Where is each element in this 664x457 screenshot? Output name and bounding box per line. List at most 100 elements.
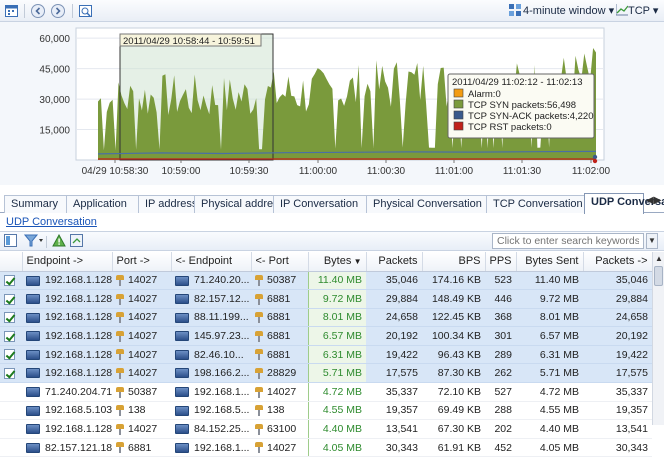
column-header-bps[interactable]: BPS — [422, 252, 486, 272]
udp-conversation-link[interactable]: UDP Conversation — [6, 216, 97, 228]
table-row[interactable]: 192.168.1.128 14027 145.97.23... 6881 6.57 M… — [0, 326, 652, 346]
port-icon — [255, 405, 263, 417]
traffic-chart-svg[interactable]: 60,000 45,000 30,000 15,000 2011/04/29 10:58… — [0, 22, 664, 185]
pps-cell: 368 — [485, 308, 516, 328]
tab-application[interactable]: Application — [66, 195, 139, 213]
tooltip-legend-swatch — [453, 110, 464, 120]
bytes-cell: 4.55 MB — [307, 401, 366, 421]
column-header-endpoint[interactable]: Endpoint -> — [22, 252, 113, 272]
endpoint-source: 192.168.1.128 — [45, 274, 112, 287]
row-checkbox[interactable] — [4, 330, 15, 342]
pps-cell: 523 — [485, 271, 516, 291]
packets-cell: 13,541 — [366, 419, 422, 439]
port-icon — [255, 293, 263, 305]
row-checkbox[interactable] — [4, 349, 15, 361]
packets-cell: 20,192 — [366, 326, 422, 346]
back-icon[interactable] — [30, 3, 46, 19]
tab-ip-address[interactable]: IP address — [138, 195, 197, 213]
table-row[interactable]: 192.168.1.128 14027 84.152.25... 63100 4.40 … — [0, 419, 652, 439]
tab-scroll-arrows[interactable]: ◀▶ — [646, 195, 661, 206]
table-row[interactable]: 192.168.1.128 14027 82.157.12... 6881 9.72 M… — [0, 289, 652, 309]
protocol-dropdown[interactable]: TCP ▾ — [615, 4, 658, 17]
computer-icon — [26, 442, 40, 453]
computer-icon — [175, 387, 189, 398]
tab-udp-conversation[interactable]: UDP Conversation — [584, 193, 664, 214]
bytes-sent-cell: 6.31 MB — [516, 345, 583, 365]
column-header-packets[interactable]: Packets — [366, 252, 423, 272]
column-header-bytes-sent[interactable]: Bytes Sent — [516, 252, 584, 272]
endpoint-dest: 88.11.199... — [194, 311, 249, 324]
tab-tcp-conversation[interactable]: TCP Conversation — [486, 195, 585, 213]
column-header-check[interactable] — [0, 252, 23, 272]
bytes-sent-cell: 6.57 MB — [516, 326, 583, 346]
computer-icon — [26, 275, 40, 286]
alert-icon[interactable] — [52, 234, 66, 248]
tab-physical-address[interactable]: Physical address — [194, 195, 284, 213]
main-toolbar: 4-minute window ▾ TCP ▾ — [0, 0, 664, 22]
column-header-pps[interactable]: PPS — [485, 252, 517, 272]
computer-icon — [26, 349, 40, 360]
x-tick-label: 11:02:00 — [572, 166, 611, 177]
tooltip-legend-label: TCP SYN packets:56,498 — [468, 100, 576, 111]
table-row[interactable]: 192.168.5.103 138 192.168.5... 138 4.55 MB 19… — [0, 401, 652, 421]
table-row[interactable]: 71.240.204.71 50387 192.168.1... 14027 4.72 … — [0, 382, 652, 402]
x-tick-label: 11:00:30 — [367, 166, 406, 177]
computer-icon — [175, 424, 189, 435]
row-checkbox[interactable] — [4, 293, 15, 305]
packets-cell: 30,343 — [366, 438, 422, 457]
endpoint-source: 192.168.1.128 — [45, 292, 112, 305]
columns-icon[interactable] — [4, 234, 18, 248]
port-icon — [116, 405, 124, 417]
endpoint-dest: 145.97.23... — [194, 330, 250, 343]
table-vertical-scrollbar[interactable]: ▲ — [652, 252, 664, 425]
column-header-port[interactable]: Port -> — [112, 252, 172, 272]
port-icon — [255, 275, 263, 287]
column-header-port[interactable]: <- Port — [251, 252, 309, 272]
port-icon — [116, 442, 124, 454]
calendar-icon[interactable] — [4, 3, 20, 19]
forward-icon[interactable] — [50, 3, 66, 19]
scroll-up-icon[interactable]: ▲ — [655, 254, 663, 263]
port-icon — [255, 312, 263, 324]
endpoint-source: 192.168.1.128 — [45, 367, 112, 380]
tab-ip-conversation[interactable]: IP Conversation — [273, 195, 367, 213]
bytes-cell: 8.01 MB — [307, 308, 366, 328]
column-header-packets[interactable]: Packets -> — [583, 252, 653, 272]
tooltip-legend-swatch — [453, 99, 464, 109]
row-checkbox[interactable] — [4, 275, 15, 287]
search-input[interactable] — [492, 233, 644, 249]
computer-icon — [26, 405, 40, 416]
search-dropdown-button[interactable]: ▼ — [646, 233, 658, 249]
table-row[interactable]: 82.157.121.180 6881 192.168.1... 14027 4.05 … — [0, 438, 652, 457]
table-header-row: Endpoint -> Port -> <- Endpoint <- Port Byte… — [0, 252, 653, 272]
export-icon[interactable] — [70, 234, 84, 248]
time-window-dropdown[interactable]: 4-minute window ▾ — [509, 4, 614, 17]
row-checkbox[interactable] — [4, 367, 15, 379]
tab-physical-conversation[interactable]: Physical Conversation — [366, 195, 487, 213]
port-source: 14027 — [128, 311, 158, 324]
table-row[interactable]: 192.168.1.128 14027 71.240.20... 50387 11.40… — [0, 271, 652, 291]
zoom-icon[interactable] — [78, 3, 94, 19]
table-row[interactable]: 192.168.1.128 14027 88.11.199... 6881 8.01 M… — [0, 308, 652, 328]
row-checkbox[interactable] — [4, 312, 15, 324]
endpoint-source: 192.168.1.128 — [45, 348, 112, 361]
traffic-chart[interactable]: 60,000 45,000 30,000 15,000 2011/04/29 10:58… — [0, 22, 664, 185]
table-row[interactable]: 192.168.1.128 14027 198.166.2... 28829 5.71 … — [0, 363, 652, 384]
table-row[interactable]: 192.168.1.128 14027 82.46.10... 6881 6.31 MB… — [0, 345, 652, 365]
pps-cell: 446 — [485, 289, 516, 309]
bytes-sent-cell: 4.55 MB — [516, 401, 583, 421]
tooltip-title: 2011/04/29 11:02:12 - 11:02:13 — [452, 77, 582, 88]
computer-icon — [175, 442, 189, 453]
tab-summary[interactable]: Summary — [4, 195, 67, 213]
packets-out-cell: 30,343 — [583, 438, 652, 457]
packets-cell: 35,046 — [366, 271, 422, 291]
port-icon — [255, 349, 263, 361]
column-header-bytes[interactable]: Bytes ▼ — [308, 252, 367, 272]
scroll-thumb[interactable] — [654, 266, 663, 286]
x-tick-label: 10:59:00 — [162, 166, 201, 177]
port-source: 14027 — [128, 330, 158, 343]
endpoint-dest: 198.166.2... — [194, 367, 250, 380]
filter-icon[interactable] — [24, 234, 44, 248]
column-header-endpoint[interactable]: <- Endpoint — [171, 252, 252, 272]
x-tick-label: 04/29 10:58:30 — [82, 166, 149, 177]
